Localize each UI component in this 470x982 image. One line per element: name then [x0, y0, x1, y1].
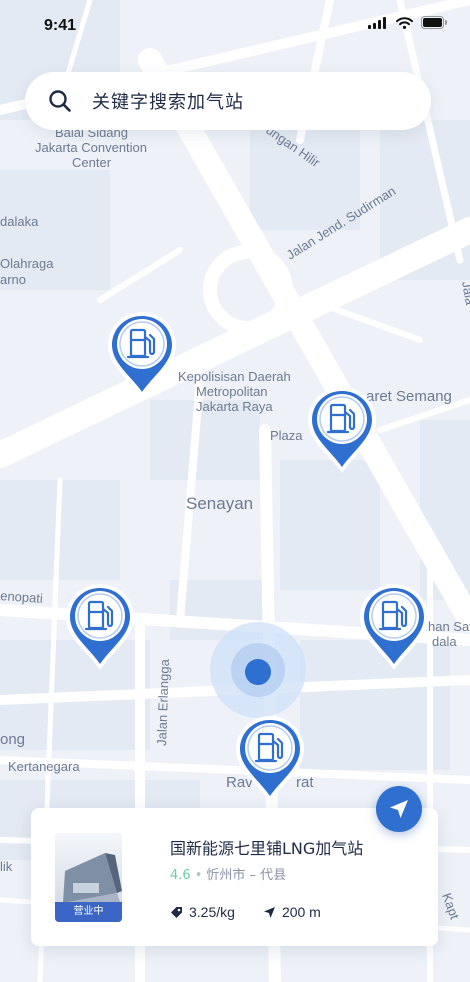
gas-station-pin-selected[interactable] [234, 714, 306, 804]
price-tag-icon [171, 906, 182, 918]
map-label: enopati [0, 588, 43, 606]
status-time: 9:41 [44, 17, 77, 34]
gas-station-pin[interactable] [106, 310, 178, 400]
map-label: Kepolisisan Daerah [178, 369, 291, 384]
station-price: 3.25/kg [189, 904, 235, 920]
map-label: ong [0, 731, 25, 748]
navigation-arrow-icon [263, 906, 275, 918]
map-label: dalaka [0, 214, 39, 229]
gas-station-pin[interactable] [306, 385, 378, 475]
map-label: Metropolitan [196, 384, 268, 399]
battery-icon [421, 16, 447, 29]
gas-station-pin[interactable] [64, 582, 136, 672]
station-thumbnail: 营业中 [55, 833, 122, 922]
station-location: 忻州市 – 代县 [206, 868, 287, 883]
status-badge: 营业中 [55, 902, 122, 922]
map-label: Plaza [270, 428, 303, 443]
station-stats: 3.25/kg 200 m [170, 904, 321, 920]
status-bar: 9:41 [0, 0, 470, 54]
map-label: Center [72, 155, 112, 170]
map-label: aret Semang [366, 388, 452, 405]
distance-stat: 200 m [263, 904, 321, 920]
map-label: Senayan [186, 494, 253, 513]
station-rating: 4.6 [170, 868, 191, 883]
search-placeholder: 关键字搜索加气站 [92, 92, 244, 113]
map-label: lik [0, 859, 13, 874]
locate-me-button[interactable] [376, 786, 422, 832]
wifi-icon [396, 16, 413, 29]
status-icons [368, 16, 448, 29]
meta-separator: • [194, 868, 203, 883]
search-icon [49, 90, 71, 112]
map-label: Olahraga [0, 256, 54, 271]
station-distance: 200 m [281, 904, 321, 920]
map-label: han Satr [428, 619, 470, 634]
price-stat: 3.25/kg [170, 904, 235, 920]
map-label: Kertanegara [8, 759, 80, 774]
gas-station-pin[interactable] [358, 582, 430, 672]
map-label: dala [432, 634, 457, 649]
station-card[interactable]: 营业中 国新能源七里铺LNG加气站 4.6 • 忻州市 – 代县 3.25/kg 2… [31, 808, 438, 946]
search-bar[interactable]: 关键字搜索加气站 [25, 72, 431, 130]
signal-icon [368, 16, 386, 29]
map-label: Jakarta Raya [196, 399, 273, 414]
location-arrow-icon [390, 800, 408, 818]
map-label: Jalan Erlangga [154, 658, 172, 746]
station-meta: 4.6 • 忻州市 – 代县 [170, 864, 286, 883]
map-label: Jakarta Convention [35, 140, 147, 155]
station-name: 国新能源七里铺LNG加气站 [170, 839, 364, 858]
map-label: arno [0, 272, 26, 287]
current-location-marker [210, 622, 306, 718]
